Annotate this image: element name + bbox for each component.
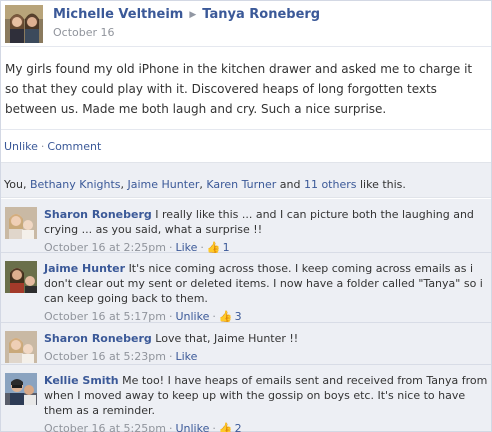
story-actions: Unlike · Comment	[1, 129, 491, 162]
commenter-name-link[interactable]: Jaime Hunter	[44, 262, 125, 275]
triangle-right-icon: ▶	[189, 10, 197, 20]
post-message: My girls found my old iPhone in the kitc…	[5, 62, 473, 116]
comment-item: Sharon Roneberg Love that, Jaime Hunter …	[1, 323, 491, 365]
like-you: You,	[4, 178, 30, 191]
commenter-name-link[interactable]: Sharon Roneberg	[44, 208, 152, 221]
comment-timestamp[interactable]: October 16 at 5:23pm	[44, 350, 166, 363]
comment-item: Jaime Hunter It's nice coming across tho…	[1, 253, 491, 323]
recipient-name-link[interactable]: Tanya Roneberg	[202, 7, 320, 22]
thumbs-up-icon[interactable]: 👍	[219, 309, 233, 324]
story-header: Michelle Veltheim ▶ Tanya Roneberg October…	[1, 1, 491, 47]
unlike-link[interactable]: Unlike	[4, 140, 38, 153]
comment-item: Kellie Smith Me too! I have heaps of ema…	[1, 365, 491, 432]
feed-story: Michelle Veltheim ▶ Tanya Roneberg October…	[0, 0, 492, 432]
comment-meta: October 16 at 5:17pm · Unlike · 👍 3	[44, 309, 488, 324]
like-comma: ,	[120, 178, 128, 191]
commenter-name-link[interactable]: Kellie Smith	[44, 374, 119, 387]
comment-timestamp[interactable]: October 16 at 5:25pm	[44, 422, 166, 432]
separator: ·	[212, 422, 216, 432]
comment-like-link[interactable]: Like	[175, 350, 197, 363]
comment-meta: October 16 at 5:23pm · Like	[44, 349, 488, 364]
author-name-link[interactable]: Michelle Veltheim	[53, 7, 183, 22]
comment-body: Kellie Smith Me too! I have heaps of ema…	[44, 373, 488, 432]
comment-link[interactable]: Comment	[47, 140, 101, 153]
commenter-avatar[interactable]	[5, 261, 37, 293]
others-link[interactable]: 11 others	[304, 178, 357, 191]
like-and: and	[276, 178, 304, 191]
author-avatar[interactable]	[5, 5, 43, 43]
separator: ·	[168, 310, 173, 323]
comment-meta: October 16 at 5:25pm · Unlike · 👍 2	[44, 421, 488, 432]
commenter-avatar[interactable]	[5, 373, 37, 405]
comment-list: Sharon Roneberg I really like this ... a…	[1, 199, 491, 432]
post-timestamp[interactable]: October 16	[53, 26, 115, 39]
separator: ·	[168, 350, 173, 363]
like-suffix: like this.	[356, 178, 406, 191]
commenter-name-link[interactable]: Sharon Roneberg	[44, 332, 152, 345]
separator: ·	[40, 140, 45, 153]
separator: ·	[212, 310, 216, 323]
liker-link[interactable]: Jaime Hunter	[128, 178, 200, 191]
like-sentence: You, Bethany Knights, Jaime Hunter, Kare…	[1, 162, 491, 198]
comment-unlike-link[interactable]: Unlike	[175, 422, 209, 432]
comment-body: Sharon Roneberg I really like this ... a…	[44, 207, 488, 255]
comment-unlike-link[interactable]: Unlike	[175, 310, 209, 323]
liker-link[interactable]: Karen Turner	[206, 178, 276, 191]
comment-body: Jaime Hunter It's nice coming across tho…	[44, 261, 488, 324]
commenter-avatar[interactable]	[5, 331, 37, 363]
story-participants: Michelle Veltheim ▶ Tanya Roneberg	[53, 7, 320, 22]
comment-timestamp[interactable]: October 16 at 5:17pm	[44, 310, 166, 323]
comment-text: Love that, Jaime Hunter !!	[155, 332, 299, 345]
commenter-avatar[interactable]	[5, 207, 37, 239]
comment-item: Sharon Roneberg I really like this ... a…	[1, 199, 491, 255]
comment-like-count[interactable]: 3	[235, 310, 242, 323]
liker-link[interactable]: Bethany Knights	[30, 178, 121, 191]
thumbs-up-icon[interactable]: 👍	[219, 421, 233, 432]
separator: ·	[168, 422, 173, 432]
comment-body: Sharon Roneberg Love that, Jaime Hunter …	[44, 331, 488, 364]
comment-like-count[interactable]: 2	[235, 422, 242, 432]
